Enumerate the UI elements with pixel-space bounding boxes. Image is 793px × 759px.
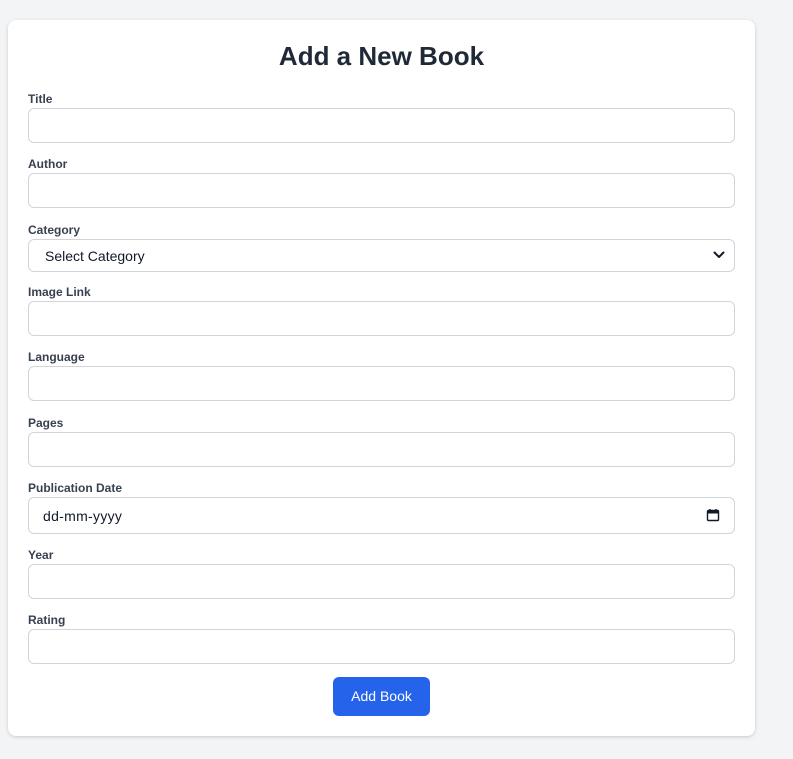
author-label: Author bbox=[28, 157, 68, 171]
pages-label: Pages bbox=[28, 416, 64, 430]
author-input[interactable] bbox=[28, 173, 735, 208]
add-book-form-card: Add a New Book Title Author Category Sel… bbox=[8, 20, 755, 736]
image-link-label: Image Link bbox=[28, 285, 91, 299]
year-input[interactable] bbox=[28, 564, 735, 599]
language-input[interactable] bbox=[28, 366, 735, 401]
calendar-icon[interactable] bbox=[706, 508, 720, 522]
submit-row: Add Book bbox=[8, 677, 755, 716]
page-title: Add a New Book bbox=[278, 41, 485, 71]
title-field: Title bbox=[28, 92, 735, 143]
author-field: Author bbox=[28, 157, 735, 208]
date-placeholder: dd-mm-yyyy bbox=[43, 507, 123, 524]
image-link-field: Image Link bbox=[28, 285, 735, 336]
category-label: Category bbox=[28, 223, 81, 237]
language-label: Language bbox=[28, 350, 85, 364]
pages-field: Pages bbox=[28, 416, 735, 467]
category-selected-value: Select Category bbox=[45, 247, 145, 264]
image-link-input[interactable] bbox=[28, 301, 735, 336]
rating-input[interactable] bbox=[28, 629, 735, 664]
add-book-button[interactable]: Add Book bbox=[333, 677, 430, 716]
category-select[interactable]: Select Category bbox=[28, 239, 735, 272]
chevron-down-icon bbox=[713, 251, 725, 258]
language-field: Language bbox=[28, 350, 735, 401]
category-field: Category Select Category bbox=[28, 223, 735, 272]
title-label: Title bbox=[28, 92, 53, 106]
year-field: Year bbox=[28, 548, 735, 599]
pages-input[interactable] bbox=[28, 432, 735, 467]
rating-field: Rating bbox=[28, 613, 735, 664]
publication-date-label: Publication Date bbox=[28, 481, 123, 495]
publication-date-field: Publication Date dd-mm-yyyy bbox=[28, 481, 735, 534]
publication-date-input[interactable]: dd-mm-yyyy bbox=[28, 497, 735, 534]
year-label: Year bbox=[28, 548, 54, 562]
title-input[interactable] bbox=[28, 108, 735, 143]
rating-label: Rating bbox=[28, 613, 66, 627]
